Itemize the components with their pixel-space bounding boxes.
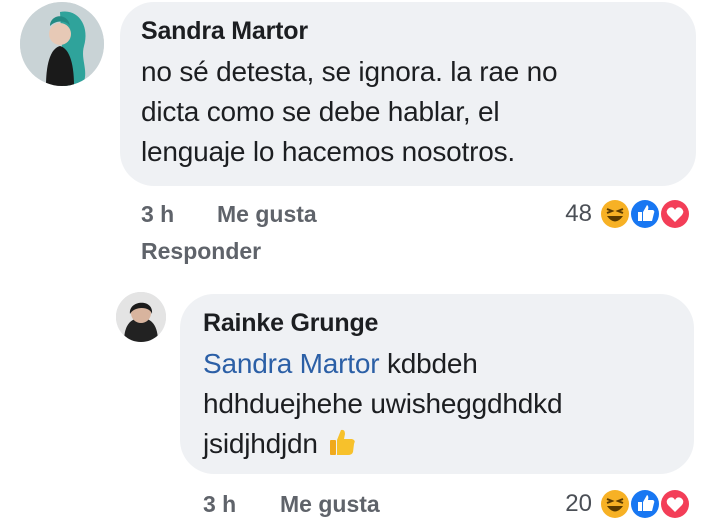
comment-reaction-count[interactable]: 48: [540, 200, 592, 228]
reply-timestamp[interactable]: 3 h: [203, 491, 236, 518]
reply-text-line: hdhduejhehe uwisheggdhdkd: [203, 388, 563, 419]
haha-icon: [598, 197, 632, 231]
comment-text-line: dicta como se debe hablar, el: [141, 96, 500, 127]
reply-mention-link[interactable]: Sandra Martor: [203, 348, 380, 379]
like-icon: [628, 487, 662, 521]
comment-timestamp[interactable]: 3 h: [141, 201, 174, 228]
avatar-sandra-martor[interactable]: [20, 2, 104, 86]
reply-reaction-count[interactable]: 20: [540, 490, 592, 518]
like-icon: [628, 197, 662, 231]
reply-like-button[interactable]: Me gusta: [280, 491, 380, 518]
reply-reactions[interactable]: [598, 487, 694, 521]
comment-reply-button[interactable]: Responder: [141, 238, 261, 265]
reply-text-line: kdbdeh: [386, 348, 478, 379]
comment-text-line: lenguaje lo hacemos nosotros.: [141, 136, 515, 167]
love-icon: [658, 197, 692, 231]
comment-reactions[interactable]: [598, 197, 694, 231]
comment-like-button[interactable]: Me gusta: [217, 201, 317, 228]
comment-author-name[interactable]: Sandra Martor: [141, 17, 308, 46]
love-icon: [658, 487, 692, 521]
reply-text-line: jsidjhdjdn: [203, 428, 318, 459]
reply-text: Sandra Martor kdbdeh hdhduejhehe uwisheg…: [203, 344, 683, 464]
comment-text-line: no sé detesta, se ignora. la rae no: [141, 56, 558, 87]
thumbs-up-icon: [325, 425, 359, 459]
reply-author-name[interactable]: Rainke Grunge: [203, 309, 378, 338]
avatar-rainke-grunge[interactable]: [116, 292, 166, 342]
haha-icon: [598, 487, 632, 521]
comment-text: no sé detesta, se ignora. la rae no dict…: [141, 52, 681, 172]
